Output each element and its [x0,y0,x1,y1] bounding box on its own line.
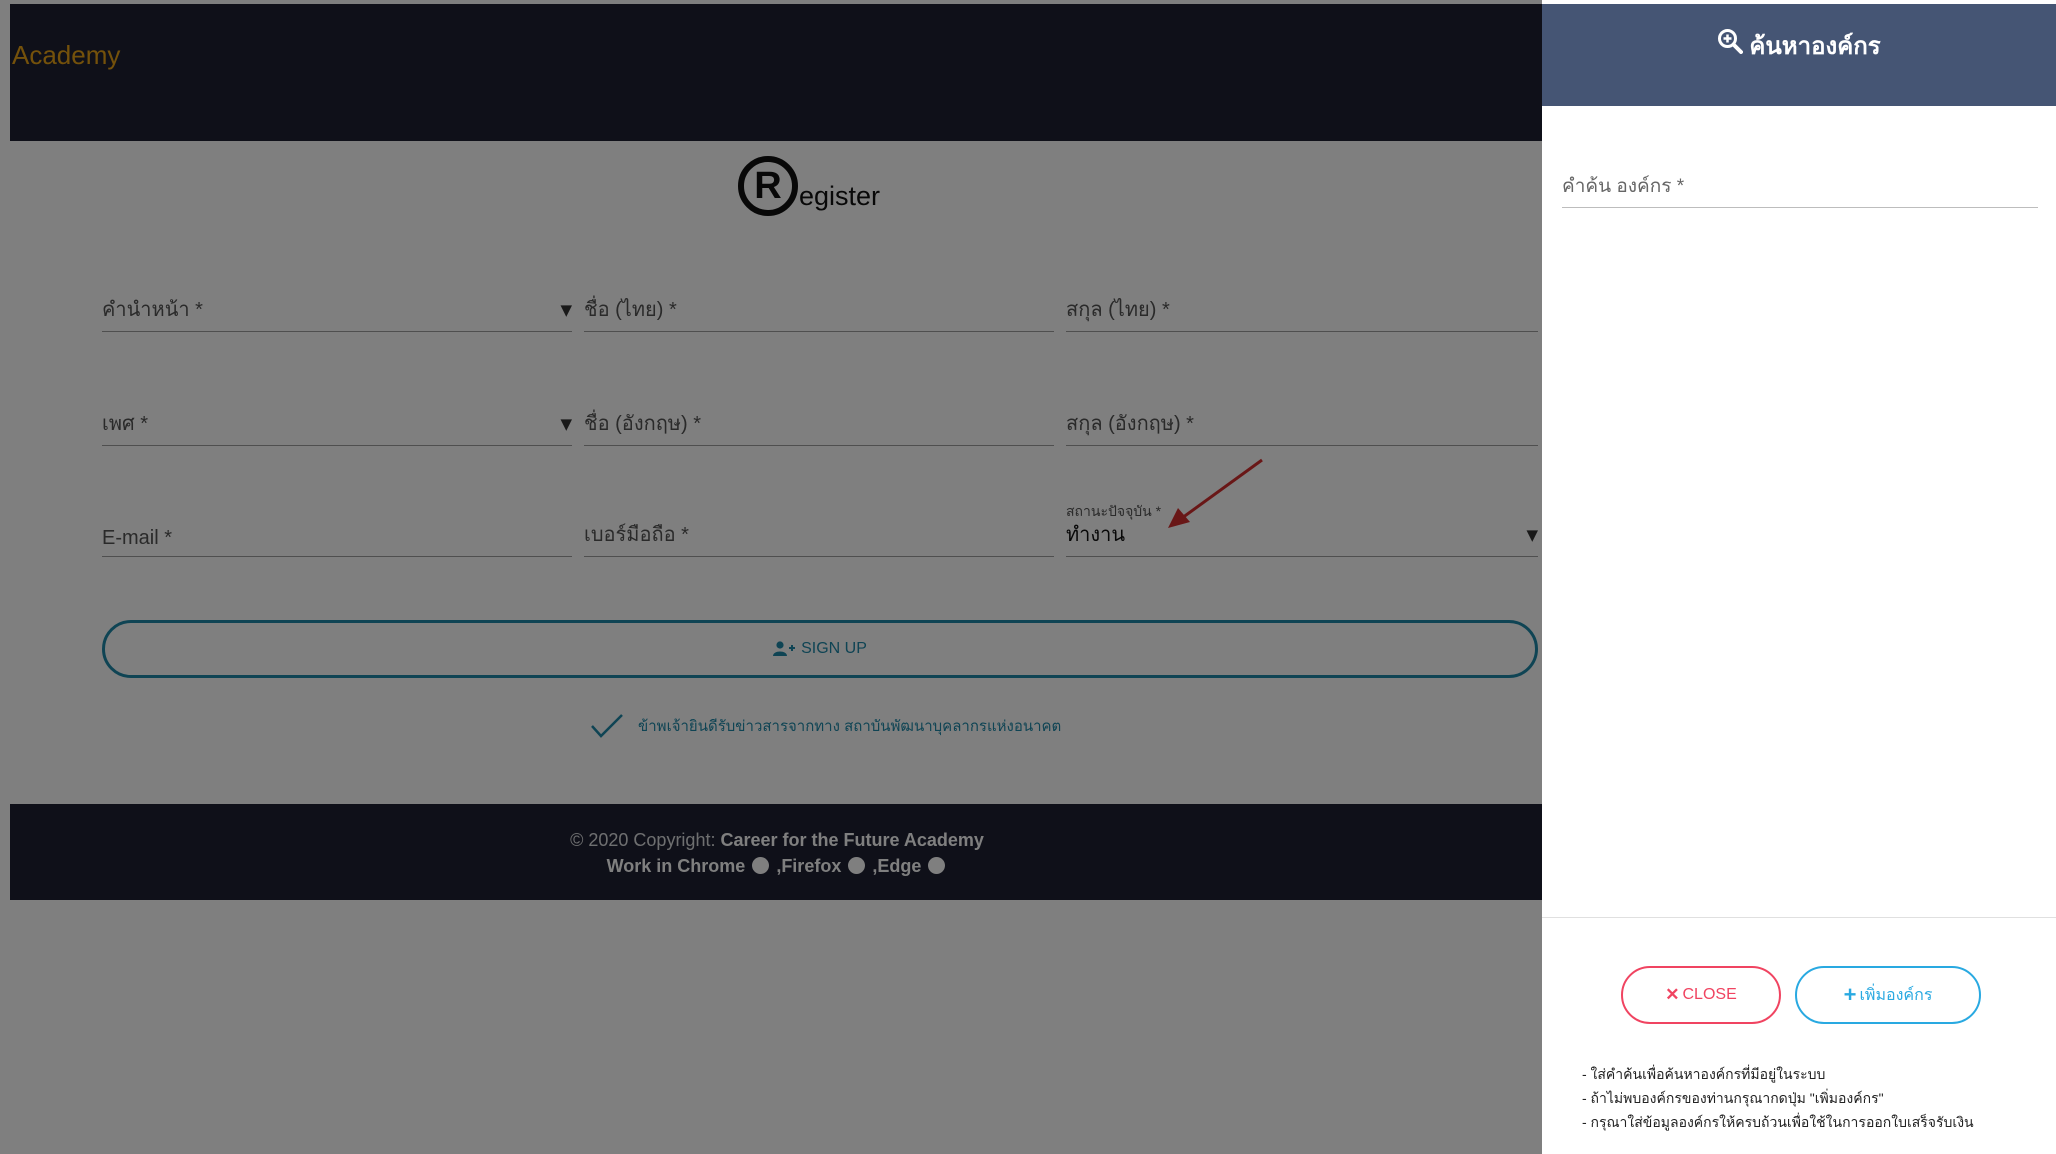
add-organization-label: เพิ่มองค์กร [1859,986,1933,1004]
note-line: - ใส่คำค้นเพื่อค้นหาองค์กรที่มีอยู่ในระบ… [1582,1066,1826,1082]
organization-search-label: คำค้น องค์กร * [1562,176,1685,197]
search-plus-icon [1718,29,1744,54]
drawer-divider [1542,917,2056,918]
drawer-header: ค้นหาองค์กร [1542,4,2056,106]
note-line: - กรุณาใส่ข้อมูลองค์กรให้ครบถ้วนเพื่อใช้… [1582,1114,1974,1130]
x-icon: ✕ [1665,985,1680,1004]
search-organization-drawer: ค้นหาองค์กร คำค้น องค์กร * ✕ CLOSE + เพิ… [1542,4,2056,1154]
add-organization-button[interactable]: + เพิ่มองค์กร [1795,966,1981,1024]
plus-icon: + [1843,982,1857,1007]
close-button[interactable]: ✕ CLOSE [1621,966,1781,1024]
drawer-title-text: ค้นหาองค์กร [1749,33,1881,60]
screen: Academy R egister คำนำหน้า * ▼ ชื่อ (ไทย… [0,0,2056,1154]
organization-search-input[interactable]: คำค้น องค์กร * [1562,170,2038,208]
help-notes: - ใส่คำค้นเพื่อค้นหาองค์กรที่มีอยู่ในระบ… [1582,1062,2052,1134]
close-label: CLOSE [1682,986,1737,1003]
modal-backdrop[interactable] [0,0,1542,1154]
note-line: - ถ้าไม่พบองค์กรของท่านกรุณากดปุ่ม "เพิ่… [1582,1090,1884,1106]
drawer-title: ค้นหาองค์กร [1717,26,1881,106]
